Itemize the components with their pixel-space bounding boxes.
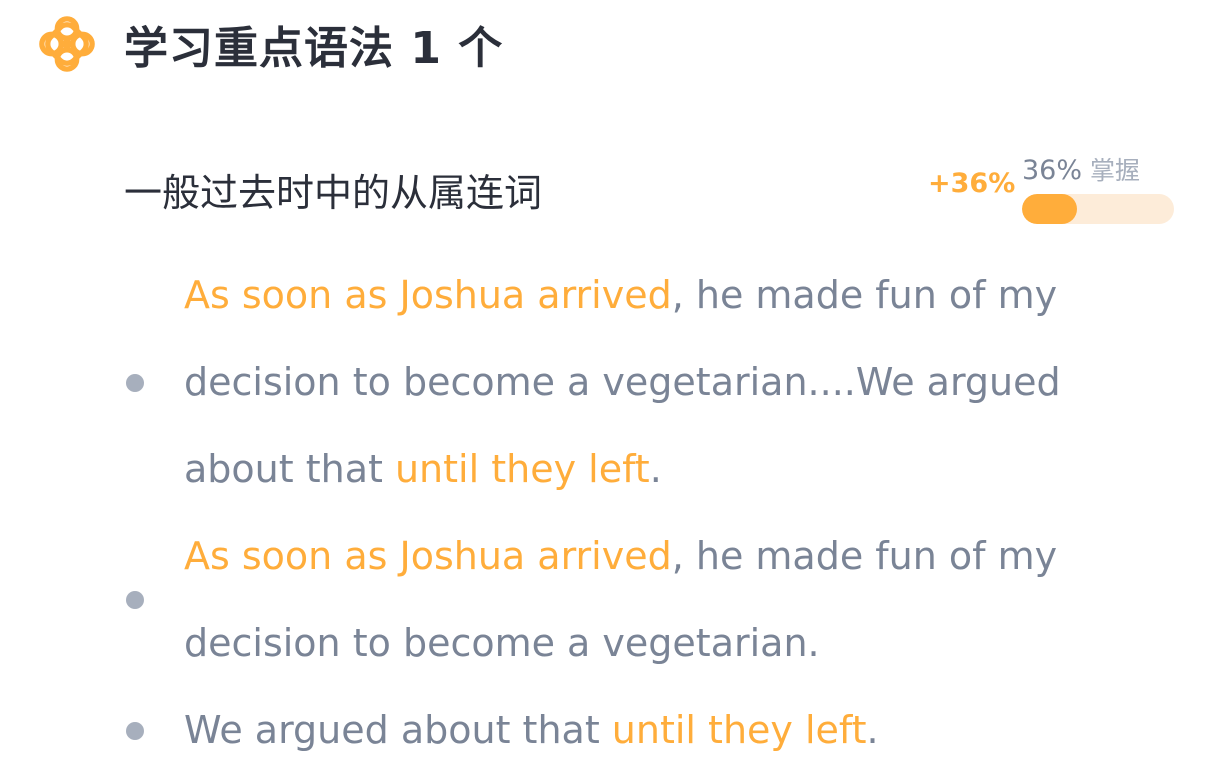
- example-sentence-list: As soon as Joshua arrived, he made fun o…: [124, 252, 1124, 774]
- highlighted-conjunction-phrase: As soon as Joshua arrived: [184, 534, 672, 578]
- mastery-percent: 36%: [1022, 155, 1083, 186]
- grammar-point-title: 一般过去时中的从属连词: [124, 171, 543, 215]
- mastery-progress-bar: [1022, 194, 1174, 224]
- page-title: 学习重点语法 1 个: [124, 23, 504, 74]
- highlighted-conjunction-phrase: until they left: [611, 708, 867, 752]
- sentence-text: .: [866, 708, 879, 752]
- sentence-text: .: [649, 447, 662, 491]
- highlighted-conjunction-phrase: until they left: [394, 447, 650, 491]
- bullet-dot-icon: [126, 373, 144, 392]
- grammar-point-row: 一般过去时中的从属连词 +36% 36% 掌握: [124, 150, 1176, 230]
- header: 学习重点语法 1 个: [38, 14, 503, 74]
- example-sentence: We argued about that until they left.: [124, 687, 1124, 774]
- mastery-progress-fill: [1022, 194, 1077, 224]
- grammar-page: 学习重点语法 1 个 一般过去时中的从属连词 +36% 36% 掌握 As soo…: [0, 0, 1211, 782]
- mastery-word: 掌握: [1090, 156, 1141, 185]
- example-sentence: As soon as Joshua arrived, he made fun o…: [124, 252, 1124, 513]
- mastery-gain-badge: +36%: [928, 168, 1016, 199]
- sentence-text: We argued about that: [184, 708, 612, 752]
- highlighted-conjunction-phrase: As soon as Joshua arrived: [184, 273, 672, 317]
- bullet-dot-icon: [126, 591, 144, 609]
- example-sentence: As soon as Joshua arrived, he made fun o…: [124, 513, 1124, 687]
- mastery-indicator: 36% 掌握: [1022, 152, 1174, 224]
- bullet-dot-icon: [126, 721, 144, 740]
- mastery-label: 36% 掌握: [1022, 152, 1174, 190]
- flower-knot-icon: [39, 16, 95, 72]
